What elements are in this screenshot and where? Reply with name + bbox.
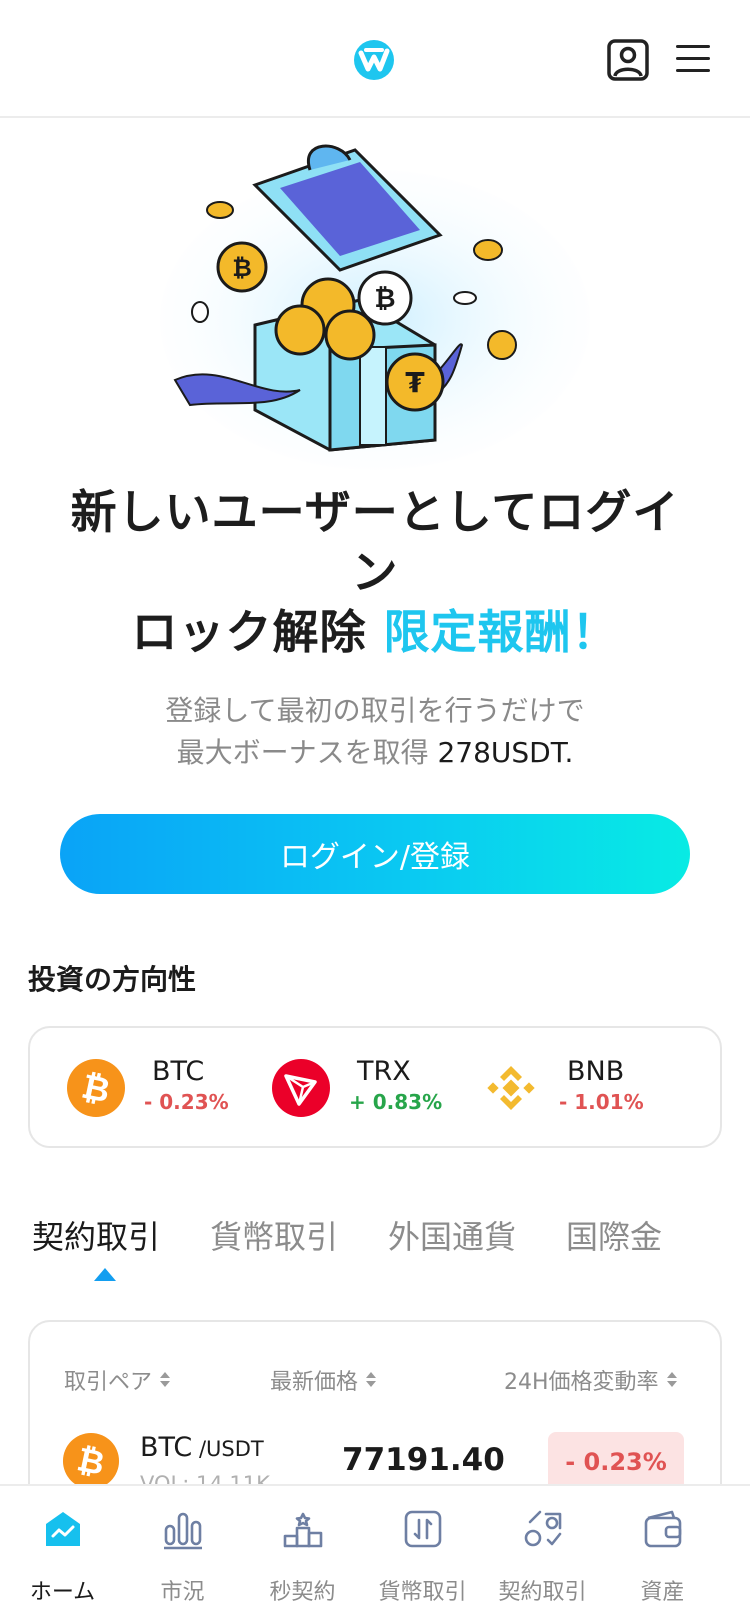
sort-icon (160, 1372, 171, 1388)
hero-title-line2: ン (351, 545, 399, 599)
bottom-navigation: ホーム 市況 秒契約 貨幣取引 契約取引 資産 (0, 1484, 750, 1624)
hero-subtitle-line1: 登録して最初の取引を行うだけで (165, 694, 585, 727)
nav-currency-trading[interactable]: 貨幣取引 (360, 1486, 485, 1624)
bitcoin-icon: ₿ (62, 1432, 120, 1490)
change-badge: - 0.23% (548, 1432, 684, 1492)
hero-title-line1: 新しいユーザーとしてログイ (70, 485, 680, 539)
svg-text:₿: ₿ (232, 254, 252, 282)
hero-title-accent: 限定報酬！ (383, 605, 619, 659)
nav-second-contract[interactable]: 秒契約 (240, 1486, 365, 1624)
wallet-icon (644, 1510, 682, 1548)
coin-name: BTC (152, 1056, 205, 1087)
contract-icon (524, 1510, 562, 1547)
hero-subtitle: 登録して最初の取引を行うだけで 最大ボーナスを取得 278USDT. (60, 690, 690, 774)
home-chart-icon (46, 1512, 80, 1546)
nav-label: 貨幣取引 (378, 1580, 467, 1605)
nav-label: 秒契約 (269, 1580, 336, 1605)
coin-change: - 1.01% (559, 1090, 644, 1114)
header-label: 取引ペア (64, 1370, 153, 1395)
latest-price: 77191.40 (342, 1442, 505, 1478)
sort-icon (666, 1372, 677, 1388)
svg-text:₮: ₮ (405, 366, 425, 399)
tab-foreign-currency[interactable]: 外国通貨 (388, 1212, 516, 1258)
exchange-icon (404, 1510, 442, 1548)
hamburger-menu-icon[interactable] (674, 42, 712, 76)
nav-assets[interactable]: 資産 (600, 1486, 725, 1624)
nav-label: ホーム (29, 1580, 96, 1605)
bitcoin-icon: ₿ (67, 1059, 125, 1117)
coin-item-bnb[interactable]: BNB - 1.01% (445, 1028, 655, 1146)
header-label: 24H価格変動率 (504, 1370, 659, 1395)
coin-item-btc[interactable]: ₿ BTC - 0.23% (30, 1028, 240, 1146)
sort-icon (366, 1372, 377, 1388)
tab-currency-trading[interactable]: 貨幣取引 (210, 1212, 338, 1258)
coin-change: - 0.23% (144, 1090, 229, 1114)
hero-title-prefix: ロック解除 (131, 605, 384, 659)
investment-section-title: 投資の方向性 (28, 963, 197, 996)
hero-title-line3: ロック解除 限定報酬！ (40, 602, 710, 662)
coin-name: TRX (357, 1056, 411, 1087)
nav-market[interactable]: 市況 (120, 1486, 245, 1624)
nav-label: 資産 (640, 1580, 685, 1605)
login-register-button[interactable]: ログイン/登録 (60, 814, 690, 894)
sort-header-change[interactable]: 24H価格変動率 (504, 1364, 677, 1396)
tab-international-gold[interactable]: 国際金 (566, 1212, 662, 1258)
nav-label: 市況 (160, 1580, 205, 1605)
hero-subtitle-line2: 最大ボーナスを取得 278USDT. (60, 732, 690, 774)
nav-home[interactable]: ホーム (0, 1486, 125, 1624)
top-header (0, 0, 750, 118)
nav-contract-trading[interactable]: 契約取引 (480, 1486, 605, 1624)
hero-subtitle-prefix: 最大ボーナスを取得 (176, 736, 438, 769)
coin-change: + 0.83% (349, 1090, 443, 1114)
hero-title: 新しいユーザーとしてログイ ン ロック解除 限定報酬！ (40, 482, 710, 662)
bnb-icon (487, 1066, 535, 1110)
active-tab-indicator (94, 1268, 116, 1281)
tab-contract-trading[interactable]: 契約取引 (32, 1212, 160, 1258)
app-logo[interactable] (352, 38, 396, 82)
sort-header-pair[interactable]: 取引ペア (64, 1364, 171, 1396)
sort-header-price[interactable]: 最新価格 (270, 1364, 377, 1396)
pair-base: BTC (140, 1432, 193, 1463)
svg-text:₿: ₿ (374, 284, 395, 314)
pair-quote: /USDT (192, 1437, 264, 1461)
gift-box-illustration: ₿ ₮ ₿ (160, 144, 590, 470)
tron-icon (272, 1059, 330, 1117)
nav-label: 契約取引 (498, 1580, 587, 1605)
coin-name: BNB (567, 1056, 625, 1087)
user-profile-icon[interactable] (606, 38, 650, 82)
trading-pair: BTC /USDT (140, 1432, 264, 1463)
podium-icon (283, 1512, 323, 1548)
header-label: 最新価格 (270, 1370, 359, 1395)
coin-summary-card: ₿ BTC - 0.23% TRX + 0.83% BNB - 1.01% (28, 1026, 722, 1148)
bar-chart-icon (164, 1512, 202, 1550)
coin-item-trx[interactable]: TRX + 0.83% (235, 1028, 445, 1146)
bonus-amount: 278USDT. (437, 736, 574, 769)
